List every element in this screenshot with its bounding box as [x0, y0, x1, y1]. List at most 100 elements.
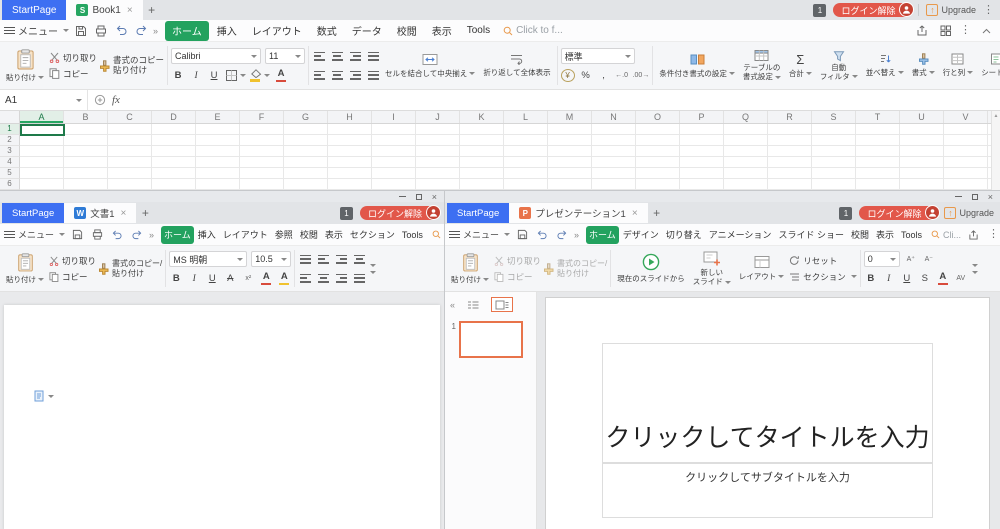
pp-collapse-panel-icon[interactable]: «: [450, 300, 455, 310]
wr-ribbon-tab-挿入[interactable]: 挿入: [195, 226, 219, 244]
wr-italic-button[interactable]: I: [187, 271, 201, 286]
wr-indent-decrease-icon[interactable]: [334, 252, 348, 267]
row-header-3[interactable]: 3: [0, 146, 20, 157]
row-header-6[interactable]: 6: [0, 179, 20, 190]
wr-expand-icon-top[interactable]: [370, 264, 376, 267]
wr-highlight-button[interactable]: A: [277, 271, 291, 286]
ss-copy-button[interactable]: コピー: [49, 68, 97, 80]
pp-section-button[interactable]: セクション: [789, 271, 857, 283]
wr-indent-increase-icon[interactable]: [352, 252, 366, 267]
ss-cells-area[interactable]: [20, 124, 991, 190]
ss-italic-button[interactable]: I: [189, 68, 203, 83]
ss-currency-style-icon[interactable]: ¥: [561, 69, 575, 82]
wr-superscript-button[interactable]: x²: [241, 271, 255, 286]
row-header-1[interactable]: 1: [0, 124, 20, 135]
pp-layout-button[interactable]: レイアウト: [736, 247, 788, 290]
ss-font-name-select[interactable]: Calibri: [171, 48, 261, 64]
pp-ribbon-tab-校閲[interactable]: 校閲: [848, 226, 872, 244]
pp-document-tab[interactable]: P プレゼンテーション1 ×: [509, 203, 647, 223]
wr-cut-button[interactable]: 切り取り: [49, 255, 96, 267]
pp-maximize-icon[interactable]: [972, 194, 978, 200]
pp-redo-icon[interactable]: [554, 227, 570, 243]
ss-align-middle-icon[interactable]: [330, 49, 344, 64]
pp-slide-thumbnail-1[interactable]: 1: [445, 317, 536, 358]
ss-quickbar-more-icon[interactable]: »: [153, 26, 158, 36]
ss-indent-decrease-icon[interactable]: [366, 49, 380, 64]
ss-font-size-select[interactable]: 11: [265, 48, 305, 64]
column-header-J[interactable]: J: [416, 111, 460, 123]
pp-underline-button[interactable]: U: [900, 271, 914, 286]
column-header-B[interactable]: B: [64, 111, 108, 123]
ss-insert-function-icon[interactable]: [92, 92, 108, 108]
pp-new-tab-button[interactable]: +: [648, 206, 666, 220]
pp-ribbon-tab-デザイン[interactable]: デザイン: [620, 226, 662, 244]
wr-ribbon-tab-ホーム[interactable]: ホーム: [161, 226, 194, 244]
ss-document-tab[interactable]: S Book1 ×: [66, 0, 142, 20]
ss-window-more-icon[interactable]: ⋮: [983, 5, 994, 16]
pp-bold-button[interactable]: B: [864, 271, 878, 286]
column-header-L[interactable]: L: [504, 111, 548, 123]
wr-document-tab[interactable]: W 文書1 ×: [64, 203, 136, 223]
wr-underline-button[interactable]: U: [205, 271, 219, 286]
ss-fill-color-button[interactable]: [250, 68, 270, 83]
pp-upgrade-button[interactable]: ↑ Upgrade: [944, 207, 994, 219]
ss-format-painter-button[interactable]: 書式のコピー貼り付け: [99, 43, 164, 88]
wr-copy-button[interactable]: コピー: [49, 271, 96, 283]
ss-merge-center-button[interactable]: セルを結合して中央揃え: [382, 43, 478, 88]
ss-conditional-format-button[interactable]: 条件付き書式の設定: [656, 43, 738, 88]
pp-save-icon[interactable]: [514, 227, 530, 243]
column-header-I[interactable]: I: [372, 111, 416, 123]
pp-share-icon[interactable]: [965, 227, 981, 243]
pp-outline-view-icon[interactable]: [462, 297, 484, 312]
column-header-P[interactable]: P: [680, 111, 724, 123]
pp-slide-thumbnail-image[interactable]: [459, 321, 523, 358]
column-header-V[interactable]: V: [944, 111, 988, 123]
wr-bold-button[interactable]: B: [169, 271, 183, 286]
ss-ribbon-tab-ホーム[interactable]: ホーム: [165, 21, 209, 41]
ss-select-all-corner[interactable]: [0, 111, 20, 124]
pp-expand-icon-bottom[interactable]: [972, 271, 978, 274]
pp-notification-badge[interactable]: 1: [839, 207, 852, 220]
wr-format-painter-button[interactable]: 書式のコピー/貼り付け: [98, 247, 162, 290]
ss-save-icon[interactable]: [73, 23, 89, 39]
ss-increase-decimal-icon[interactable]: ←.0: [615, 68, 629, 83]
column-header-H[interactable]: H: [328, 111, 372, 123]
ss-name-box[interactable]: A1: [0, 90, 88, 110]
wr-undo-icon[interactable]: [109, 227, 125, 243]
pp-decrease-font-icon[interactable]: A⁻: [922, 252, 936, 267]
pp-logout-button[interactable]: ログイン解除: [859, 206, 937, 220]
ss-new-tab-button[interactable]: +: [143, 3, 161, 17]
ss-align-left-icon[interactable]: [312, 68, 326, 83]
ss-bold-button[interactable]: B: [171, 68, 185, 83]
wr-ribbon-tab-セクション[interactable]: セクション: [347, 226, 398, 244]
wr-font-color-button[interactable]: A: [259, 271, 273, 286]
pp-expand-icon-top[interactable]: [972, 264, 978, 267]
column-header-K[interactable]: K: [460, 111, 504, 123]
ss-apps-icon[interactable]: [937, 23, 953, 39]
pp-increase-font-icon[interactable]: A⁺: [904, 252, 918, 267]
wr-menu-button[interactable]: メニュー: [4, 228, 65, 241]
ss-upgrade-button[interactable]: ↑ Upgrade: [926, 4, 976, 16]
ss-vertical-scrollbar[interactable]: ▲: [991, 111, 1000, 190]
ss-align-center-icon[interactable]: [330, 68, 344, 83]
wr-align-left-icon[interactable]: [298, 271, 312, 286]
pp-from-current-slide-button[interactable]: 現在のスライドから: [614, 247, 688, 290]
ss-comma-style-icon[interactable]: ,: [597, 68, 611, 83]
ss-rows-columns-button[interactable]: 行と列: [940, 43, 977, 88]
ss-font-color-button[interactable]: A: [274, 68, 288, 83]
ss-collapse-ribbon-icon[interactable]: [978, 23, 994, 39]
column-header-G[interactable]: G: [284, 111, 328, 123]
ss-percent-style-icon[interactable]: %: [579, 68, 593, 83]
pp-ribbon-tab-ホーム[interactable]: ホーム: [586, 226, 619, 244]
pp-char-spacing-button[interactable]: AV: [954, 271, 968, 286]
ss-align-right-icon[interactable]: [348, 68, 362, 83]
column-header-M[interactable]: M: [548, 111, 592, 123]
wr-strikethrough-button[interactable]: A: [223, 271, 237, 286]
ss-search-box[interactable]: Click to f...: [503, 25, 563, 36]
pp-ribbon-tab-スライド ショー[interactable]: スライド ショー: [775, 226, 847, 244]
wr-bullet-list-icon[interactable]: [298, 252, 312, 267]
ss-ribbon-tab-Tools[interactable]: Tools: [460, 23, 497, 39]
row-header-5[interactable]: 5: [0, 168, 20, 179]
wr-quickbar-more-icon[interactable]: »: [149, 230, 154, 240]
pp-title-placeholder[interactable]: クリックしてタイトルを入力: [602, 343, 933, 463]
